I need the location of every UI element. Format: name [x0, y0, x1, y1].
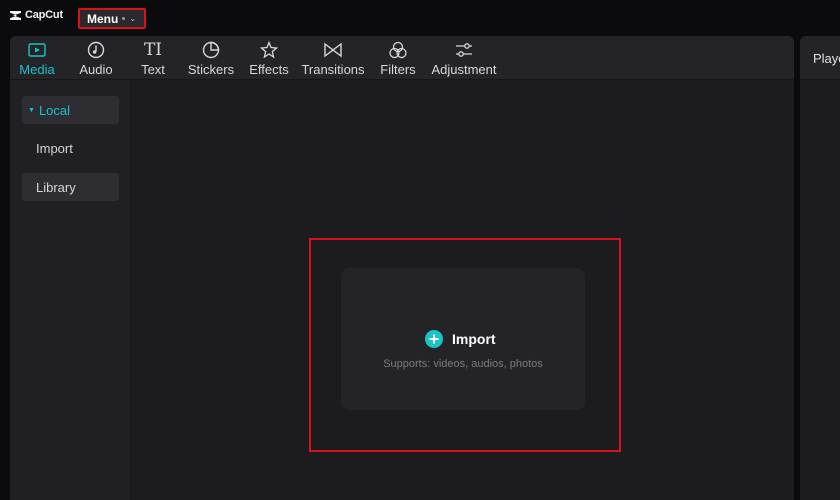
tab-effects[interactable]: Effects	[248, 40, 290, 77]
chevron-down-icon: ⌄	[129, 14, 137, 23]
menu-button[interactable]: Menu ⌄	[78, 8, 146, 29]
player-panel	[800, 36, 840, 500]
menu-label: Menu	[87, 11, 119, 26]
stickers-icon	[202, 40, 220, 60]
import-row: Import	[425, 330, 496, 348]
player-title: Player	[813, 51, 840, 66]
supported-formats-text: Supports: videos, audios, photos	[383, 358, 543, 370]
text-icon: TI	[143, 40, 163, 60]
tab-label: Adjustment	[431, 62, 497, 77]
adjustment-icon	[454, 40, 474, 60]
tab-label: Filters	[380, 62, 416, 77]
tab-label: Text	[141, 62, 165, 77]
player-header: Player	[800, 36, 840, 80]
tab-label: Effects	[249, 62, 289, 77]
tab-label: Transitions	[301, 62, 365, 77]
tab-audio[interactable]: Audio	[77, 40, 115, 77]
import-label: Import	[452, 331, 496, 347]
sidebar-item-label: Import	[36, 140, 73, 156]
asset-toolbar: Media Audio TI Text Stickers Effects Tra…	[10, 36, 794, 80]
sidebar-item-label: Library	[36, 179, 76, 195]
capcut-logo-icon	[10, 10, 21, 20]
tab-adjustment[interactable]: Adjustment	[429, 40, 499, 77]
effects-icon	[260, 40, 278, 60]
tab-label: Audio	[79, 62, 113, 77]
audio-icon	[87, 40, 105, 60]
title-bar: CapCut Menu ⌄	[0, 0, 840, 36]
capcut-logo: CapCut	[9, 9, 63, 21]
sidebar-item-library[interactable]: Library	[22, 173, 119, 201]
caret-down-icon: ▼	[28, 106, 35, 114]
import-dropzone[interactable]: Import Supports: videos, audios, photos	[341, 268, 585, 410]
media-icon	[28, 40, 46, 60]
sidebar-item-local[interactable]: ▼ Local	[22, 96, 119, 124]
filters-icon	[388, 40, 408, 60]
tab-filters[interactable]: Filters	[378, 40, 418, 77]
tab-transitions[interactable]: Transitions	[300, 40, 366, 77]
plus-icon	[425, 330, 443, 348]
tab-media[interactable]: Media	[19, 40, 55, 77]
transitions-icon	[323, 40, 343, 60]
logo-text: CapCut	[25, 9, 63, 21]
tab-label: Stickers	[187, 62, 235, 77]
tab-label: Media	[19, 62, 55, 77]
tab-stickers[interactable]: Stickers	[186, 40, 236, 77]
sidebar-item-import[interactable]: Import	[22, 134, 119, 162]
media-sidebar: ▼ Local Import Library	[10, 80, 131, 500]
sidebar-item-label: Local	[38, 102, 71, 118]
tab-text[interactable]: TI Text	[138, 40, 168, 77]
menu-dot-icon	[122, 17, 126, 20]
